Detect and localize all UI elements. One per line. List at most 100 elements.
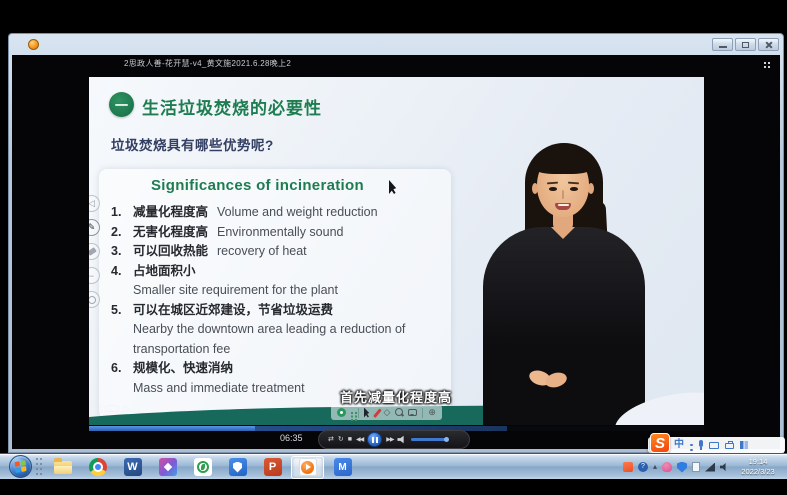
item-number: 3. xyxy=(111,242,133,262)
eraser-shape xyxy=(89,247,96,256)
powerpoint-icon: P xyxy=(264,458,282,476)
tray-document-icon[interactable] xyxy=(692,462,700,472)
playlist-icon[interactable] xyxy=(764,62,766,64)
ime-mode-icon[interactable]: 中 xyxy=(674,440,684,450)
chrome-icon xyxy=(89,458,107,476)
ime-mic-icon[interactable] xyxy=(699,440,703,447)
list-item: 1. 减量化程度高 Volume and weight reduction xyxy=(111,203,445,223)
taskbar-pc-manager[interactable] xyxy=(221,456,254,479)
taskbar-media-player[interactable] xyxy=(291,456,324,479)
sogou-logo-icon[interactable]: S xyxy=(650,433,670,453)
media-player-icon xyxy=(299,458,317,476)
taskbar-green-leaf-app[interactable] xyxy=(186,456,219,479)
select-cursor-icon[interactable] xyxy=(364,408,371,418)
item-en: Nearby the downtown area leading a reduc… xyxy=(133,320,445,359)
item-en: Volume and weight reduction xyxy=(217,205,378,219)
tray-network-icon[interactable] xyxy=(705,463,715,472)
quick-launch-grip[interactable] xyxy=(36,458,38,460)
ime-keyboard-icon[interactable] xyxy=(709,442,719,449)
seek-played xyxy=(89,426,255,431)
presentation-slide: 一 生活垃圾焚烧的必要性 垃圾焚烧具有哪些优势呢? Significances … xyxy=(89,77,704,425)
item-en: recovery of heat xyxy=(217,244,307,258)
minimize-button[interactable] xyxy=(712,38,733,51)
ime-toolbox-icon[interactable] xyxy=(725,443,734,449)
taskbar: W P M ? ▴ 19:14 2022/3/23 xyxy=(0,453,787,479)
item-zh: 无害化程度高 xyxy=(133,225,208,239)
taskbar-photos[interactable] xyxy=(151,456,184,479)
presenter-mouth xyxy=(555,203,571,210)
toolbar-separator xyxy=(358,408,359,418)
taskbar-powerpoint[interactable]: P xyxy=(256,456,289,479)
item-en: Smaller site requirement for the plant xyxy=(133,281,445,301)
rewind-icon[interactable]: ◀◀ xyxy=(356,437,363,443)
advantages-list: 1. 减量化程度高 Volume and weight reduction 2. … xyxy=(111,203,445,398)
volume-icon[interactable] xyxy=(397,435,407,444)
section-number-badge: 一 xyxy=(109,92,134,117)
save-icon[interactable] xyxy=(337,408,346,417)
taskbar-m-app[interactable]: M xyxy=(326,456,359,479)
screen: 2思政人善-花开慧-v4_黄文施2021.6.28晚上2 一 生活垃圾焚烧的必要… xyxy=(0,0,787,495)
taskbar-clock[interactable]: 19:14 2022/3/23 xyxy=(731,457,785,477)
slide-prev-icon[interactable]: ◁ xyxy=(89,195,100,212)
presenter-eye xyxy=(570,187,578,191)
globe-tool-icon[interactable]: ⊕ xyxy=(428,408,436,417)
ime-punctuation-icon[interactable] xyxy=(690,444,693,447)
tray-sogou-icon[interactable] xyxy=(623,462,633,472)
ime-grid-icon[interactable] xyxy=(740,441,748,449)
shuffle-icon[interactable]: ⇄ xyxy=(328,436,334,443)
slide-nav-pill[interactable] xyxy=(105,405,119,412)
media-player-window: 2思政人善-花开慧-v4_黄文施2021.6.28晚上2 一 生活垃圾焚烧的必要… xyxy=(8,33,784,453)
item-zh: 可以在城区近郊建设，节省垃圾运费 xyxy=(133,303,333,317)
tray-user-icon[interactable] xyxy=(662,462,672,472)
tray-shield-icon[interactable] xyxy=(677,462,687,473)
tray-volume-icon[interactable] xyxy=(720,463,729,472)
subtitle-caption: 首先减量化程度高 xyxy=(340,387,452,406)
item-zh: 减量化程度高 xyxy=(133,205,208,219)
pause-button[interactable] xyxy=(367,432,382,447)
item-zh: 可以回收热能 xyxy=(133,244,208,258)
apps-grid-icon[interactable] xyxy=(351,412,353,414)
repeat-icon[interactable]: ↻ xyxy=(338,436,344,443)
list-title: Significances of incineration xyxy=(151,177,364,194)
folder-icon xyxy=(54,461,72,474)
stop-icon[interactable]: ■ xyxy=(348,436,352,443)
red-pen-icon[interactable] xyxy=(373,408,381,417)
taskbar-file-explorer[interactable] xyxy=(46,456,79,479)
eraser-tool-icon[interactable] xyxy=(89,243,100,260)
taskbar-chrome[interactable] xyxy=(81,456,114,479)
more-tool-icon[interactable] xyxy=(89,291,100,308)
tray-help-icon[interactable]: ? xyxy=(638,462,648,472)
pen-tool-icon[interactable]: ✎ xyxy=(89,219,100,236)
forward-icon[interactable]: ▶▶ xyxy=(386,437,393,443)
window-controls xyxy=(712,38,779,51)
volume-slider[interactable] xyxy=(411,438,447,441)
close-button[interactable] xyxy=(758,38,779,51)
presenter-video xyxy=(471,137,704,425)
close-icon xyxy=(765,41,773,49)
window-app-icon[interactable] xyxy=(28,39,39,50)
minus-tool-icon[interactable]: − xyxy=(89,267,100,284)
item-zh: 规模化、快速消纳 xyxy=(133,361,233,375)
transport-controls: ⇄ ↻ ■ ◀◀ ▶▶ xyxy=(318,430,470,449)
item-number: 5. xyxy=(111,301,133,360)
m-app-icon: M xyxy=(334,458,352,476)
comment-icon[interactable] xyxy=(408,409,417,416)
start-button[interactable] xyxy=(9,455,32,478)
slide-nav-prev-icon[interactable]: ◁ xyxy=(95,404,101,413)
restore-button[interactable] xyxy=(735,38,756,51)
video-title: 2思政人善-花开慧-v4_黄文施2021.6.28晚上2 xyxy=(124,58,291,69)
presenter-nose xyxy=(562,190,564,199)
slide-nav-next-icon[interactable]: ▷ xyxy=(123,404,129,413)
list-item: 4. 占地面积小Smaller site requirement for the… xyxy=(111,262,445,301)
taskbar-apps: W P M xyxy=(46,455,359,479)
shape-tool-icon[interactable]: ◇ xyxy=(384,408,391,417)
tray-show-hidden-icon[interactable]: ▴ xyxy=(653,463,657,471)
item-number: 4. xyxy=(111,262,133,301)
magnifier-icon[interactable] xyxy=(395,408,403,418)
item-number: 1. xyxy=(111,203,133,223)
presenter-bangs xyxy=(534,147,592,174)
list-item: 2. 无害化程度高Environmentally sound xyxy=(111,223,445,243)
taskbar-word[interactable]: W xyxy=(116,456,149,479)
pause-bar xyxy=(372,437,374,443)
word-icon: W xyxy=(124,458,142,476)
